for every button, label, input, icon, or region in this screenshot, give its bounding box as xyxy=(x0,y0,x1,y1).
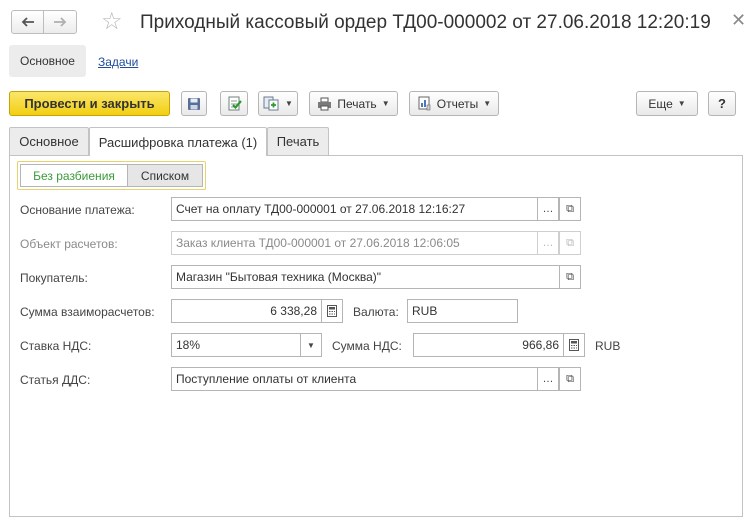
tab-main[interactable]: Основное xyxy=(9,127,89,155)
buyer-field[interactable]: Магазин "Бытовая техника (Москва)" xyxy=(171,265,560,289)
nav-link-main[interactable]: Основное xyxy=(9,45,86,77)
currency-field[interactable]: RUB xyxy=(407,299,518,323)
select-button[interactable]: … xyxy=(537,197,559,221)
list-toggle[interactable]: Списком xyxy=(127,164,203,187)
nav-link-tasks[interactable]: Задачи xyxy=(98,55,138,69)
print-button-label: Печать xyxy=(337,96,377,111)
cash-flow-item-field[interactable]: Поступление оплаты от клиента xyxy=(171,367,538,391)
select-button: … xyxy=(537,231,559,255)
tab-payment-breakdown[interactable]: Расшифровка платежа (1) xyxy=(89,127,267,156)
calculator-icon[interactable] xyxy=(321,299,343,323)
save-button[interactable] xyxy=(181,91,207,116)
arrow-right-icon xyxy=(54,17,67,27)
save-icon xyxy=(188,97,200,110)
vat-amount-field[interactable]: 966,86 xyxy=(413,333,564,357)
chevron-down-icon: ▼ xyxy=(677,99,686,108)
vat-rate-select[interactable]: 18% xyxy=(171,333,301,357)
reports-icon xyxy=(418,96,431,111)
open-icon[interactable]: ⧉ xyxy=(559,197,581,221)
payment-basis-label: Основание платежа: xyxy=(20,203,135,217)
forward-button[interactable] xyxy=(44,10,77,34)
more-button-label: Еще xyxy=(648,96,673,111)
post-and-close-button[interactable]: Провести и закрыть xyxy=(9,91,170,116)
buyer-label: Покупатель: xyxy=(20,271,88,285)
page-title: Приходный кассовый ордер ТД00-000002 от … xyxy=(140,12,711,33)
open-icon: ⧉ xyxy=(559,231,581,255)
post-document-button[interactable] xyxy=(220,91,248,116)
tab-print[interactable]: Печать xyxy=(267,127,329,155)
vat-currency-label: RUB xyxy=(595,339,621,353)
post-document-icon xyxy=(228,96,242,110)
open-icon[interactable]: ⧉ xyxy=(559,265,581,289)
calculator-icon[interactable] xyxy=(563,333,585,357)
without-split-toggle[interactable]: Без разбиения xyxy=(20,164,127,187)
printer-icon xyxy=(318,97,332,110)
settlement-amount-label: Сумма взаиморасчетов: xyxy=(20,305,155,319)
chevron-down-icon: ▼ xyxy=(483,99,492,108)
settlement-object-field: Заказ клиента ТД00-000001 от 27.06.2018 … xyxy=(171,231,538,255)
help-button[interactable]: ? xyxy=(708,91,736,116)
chevron-down-icon: ▼ xyxy=(381,99,390,108)
close-icon[interactable]: ✕ xyxy=(731,11,746,29)
settlement-object-label: Объект расчетов: xyxy=(20,237,118,251)
create-based-on-button[interactable]: ▼ xyxy=(258,91,298,116)
reports-button-label: Отчеты xyxy=(436,96,479,111)
create-based-on-icon xyxy=(263,96,279,111)
arrow-left-icon xyxy=(21,17,34,27)
chevron-down-icon[interactable]: ▼ xyxy=(300,333,322,357)
settlement-amount-field[interactable]: 6 338,28 xyxy=(171,299,322,323)
select-button[interactable]: … xyxy=(537,367,559,391)
currency-label: Валюта: xyxy=(353,305,399,319)
back-button[interactable] xyxy=(11,10,44,34)
payment-basis-field[interactable]: Счет на оплату ТД00-000001 от 27.06.2018… xyxy=(171,197,538,221)
vat-amount-label: Сумма НДС: xyxy=(332,339,402,353)
more-button[interactable]: Еще ▼ xyxy=(636,91,698,116)
open-icon[interactable]: ⧉ xyxy=(559,367,581,391)
star-icon[interactable]: ☆ xyxy=(101,9,123,35)
chevron-down-icon: ▼ xyxy=(285,99,293,108)
vat-rate-label: Ставка НДС: xyxy=(20,339,92,353)
print-button[interactable]: Печать ▼ xyxy=(309,91,398,116)
reports-button[interactable]: Отчеты ▼ xyxy=(409,91,499,116)
cash-flow-item-label: Статья ДДС: xyxy=(20,373,91,387)
